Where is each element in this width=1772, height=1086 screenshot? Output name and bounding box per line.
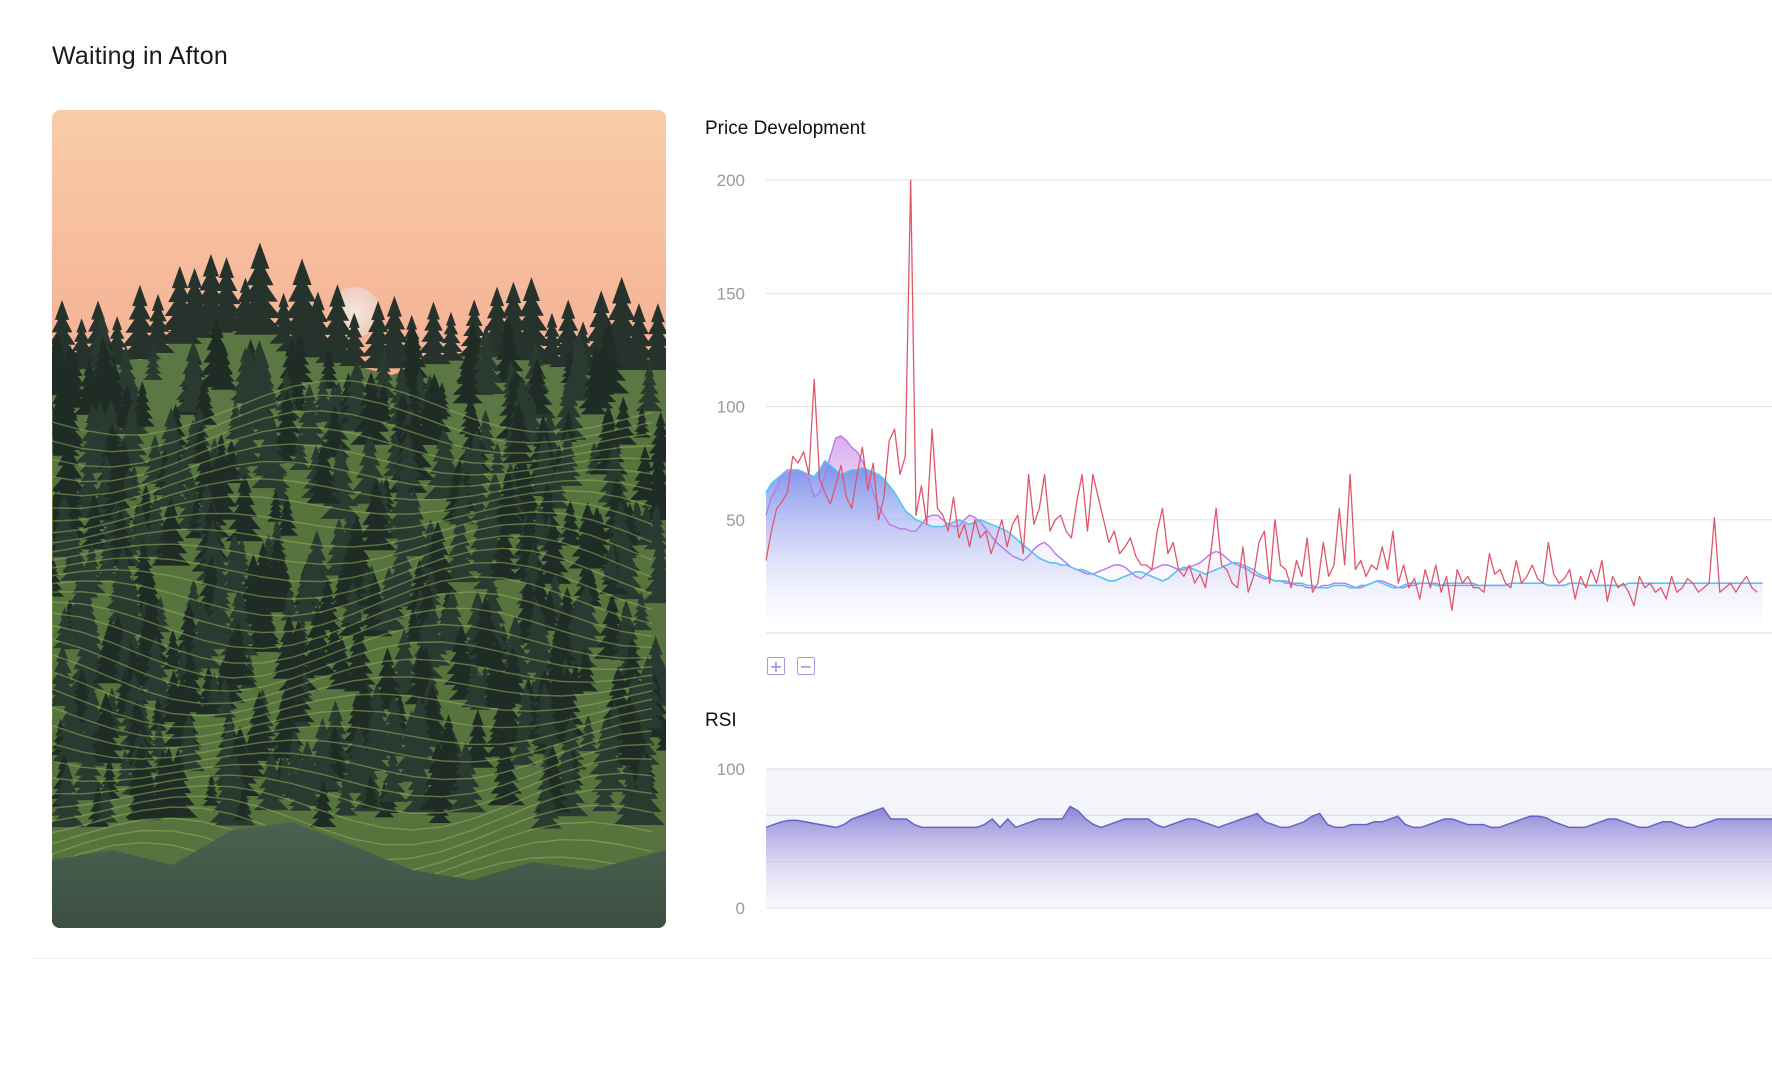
rsi-chart: 100 0 [717, 760, 1772, 918]
bottom-divider [32, 958, 1772, 959]
rsi-y-tick-label: 0 [736, 899, 745, 918]
rsi-y-tick-label: 100 [717, 760, 745, 779]
